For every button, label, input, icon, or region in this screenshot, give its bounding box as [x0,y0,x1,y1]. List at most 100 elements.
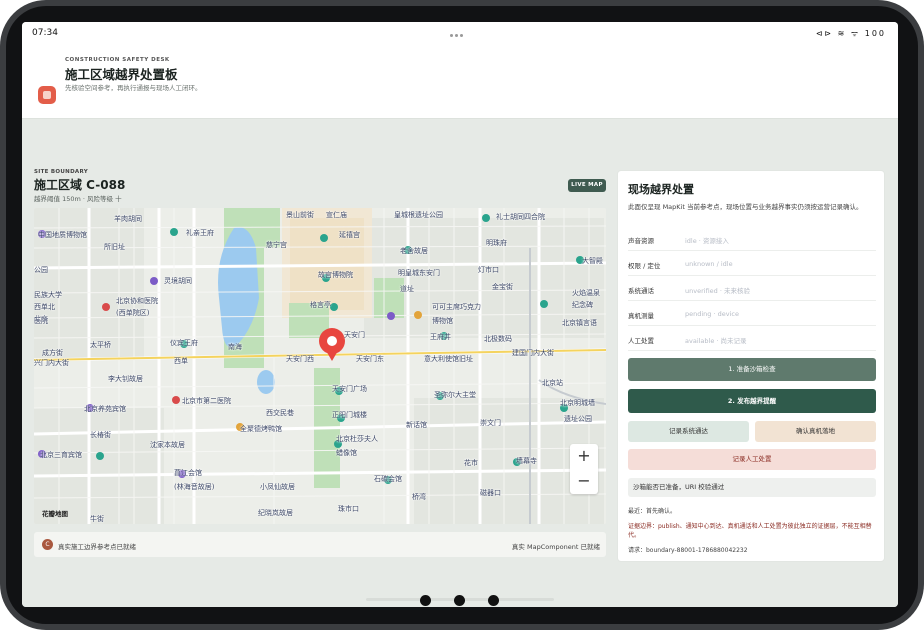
status-row-label: 真机测量 [628,312,654,320]
zoom-in-button[interactable]: + [570,444,598,469]
map-label: 纪念碑 [572,301,593,309]
map-label: 墙幕寺 [516,457,537,465]
map-footer: C 真实施工边界参考点已就绪 真实 MapComponent 已就绪 [34,532,606,557]
map-label: 天安门东 [356,355,384,363]
map-label: 所旧址 [104,243,125,251]
map-label: 北极数码 [484,335,512,343]
status-row-audio: 声音资源 idle · 资源接入 [628,226,876,251]
map-label: 北京养苑宾馆 [84,405,126,413]
map-label: 金宝街 [492,283,513,291]
zoom-control[interactable]: + − [570,444,598,494]
map-label: 景山前街 [286,211,314,219]
map-label: 延禧宫 [339,231,360,239]
map-label: (西单院区) [116,309,150,317]
map-label: 中国地质博物馆 [38,231,87,239]
map-label: 成方街 [42,349,63,357]
sandbox-notice: 沙箱能否已准备，URI 校验通过 [628,478,876,497]
map-label: 格言亭 [310,301,331,309]
status-row-label: 权限 / 定位 [628,262,661,270]
nav-back-icon[interactable] [420,595,431,606]
status-row-manual: 人工处置 available · 尚未记录 [628,326,876,351]
status-time: 07:34 [32,28,58,38]
map-label: 礼亲王府 [186,229,214,237]
status-row-label: 系统通话 [628,287,654,295]
map-label: 圣弥尔大主堂 [434,391,476,399]
map-label: 桥湾 [412,493,426,501]
map-label: 博物馆 [432,317,453,325]
map-label: 西单 [174,357,188,365]
status-row-value: pending · device [685,310,739,318]
map-label: 北京市第二医院 [182,397,231,405]
map-label: 纪晓岚故居 [258,509,293,517]
map-label: 菖江会馆 [174,469,202,477]
incident-panel: 现场越界处置 此面仅呈现 MapKit 当前参考点，现场位置与业务越界事实仍须按… [617,170,885,562]
map-status-text: 真实施工边界参考点已就绪 [58,543,136,551]
record-manual-button[interactable]: 记录人工处置 [628,449,876,470]
map-label: 北京明城墙 [560,399,595,407]
map-label: 正阳门城楼 [332,411,367,419]
map-label: 明珠府 [486,239,507,247]
map-label: 天安门广场 [332,385,367,393]
map-provider-logo: 花瓣地图 [42,510,68,518]
map-label: (林海音故居) [174,483,215,491]
map-label: 石碳会馆 [374,475,402,483]
map-label: 北京站 [542,379,563,387]
status-row-value: idle · 资源接入 [685,237,729,245]
map-label: 北京杜莎夫人 [336,435,378,443]
map-label: 皇城根遗址公园 [394,211,443,219]
map-label: 宣仁庙 [326,211,347,219]
map-label: 南海 [228,343,242,351]
map-canvas[interactable] [34,208,606,524]
panel-description: 此面仅呈现 MapKit 当前参考点，现场位置与业务越界事实仍须按运营记录确认。 [628,203,863,211]
map-label: 太平桥 [90,341,111,349]
map-label: 天安门西 [286,355,314,363]
map-label: 小凤仙故居 [260,483,295,491]
header-eyebrow: CONSTRUCTION SAFETY DESK [65,57,170,63]
map-label: 公园 [34,266,48,274]
map-view[interactable]: 景山前街 宣仁庙 皇城根遗址公园 礼士胡同四合院 羊肉胡同 中国地质博物馆 礼亲王府 延禧宫老… [34,208,606,524]
map-label: 礼士胡同四合院 [496,213,545,221]
latest-log: 最近：首先确认。 [628,508,677,515]
map-label: 沈家本故居 [150,441,185,449]
map-label: 长椿街 [90,431,111,439]
window-dots-icon[interactable] [450,30,470,37]
map-label: 慈宁宫 [266,241,287,249]
map-label: 王府井 [430,333,451,341]
map-label: 灵境胡同 [164,277,192,285]
map-label: 仪宾王府 [170,339,198,347]
map-label: 民族大学 [34,291,62,299]
site-title: 施工区域 C-088 [34,178,126,192]
record-system-button[interactable]: 记录系统通达 [628,421,749,442]
map-label: 北京镇言语 [562,319,597,327]
map-label: 大智殿 [582,257,603,265]
evidence-boundary-note: 证据边界：publish、通知中心到达、真机通话和人工处置为彼此独立的证据层，不… [628,523,872,539]
nav-recent-icon[interactable] [488,595,499,606]
publish-alert-button[interactable]: 2. 发布越界提醒 [628,389,876,413]
nav-home-icon[interactable] [454,595,465,606]
system-status-icons: ⊲⊳ ≋ ᯤ 100 [815,29,886,38]
map-label: 遗址公园 [564,415,592,423]
map-label: 意大利使馆旧址 [424,355,473,363]
map-label: 医院 [34,317,48,325]
status-row-permission: 权限 / 定位 unknown / idle [628,251,876,276]
map-label: 故宫博物院 [318,271,353,279]
prepare-sandbox-button[interactable]: 1. 准备沙箱检查 [628,358,876,381]
confirm-device-button[interactable]: 确认真机落地 [755,421,876,442]
page-title: 施工区域越界处置板 [65,67,178,82]
map-label: 花市 [464,459,478,467]
status-row-value: unknown / idle [685,260,733,268]
status-bar: 07:34 ⊲⊳ ≋ ᯤ 100 [22,22,898,44]
map-label: 兴门内大街 [34,359,69,367]
map-label: 道址 [400,285,414,293]
map-label: 可可主席巧克力 [432,303,481,311]
map-label: 全聚德烤鸭馆 [240,425,282,433]
map-label: 北京三育宾馆 [40,451,82,459]
zoom-out-button[interactable]: − [570,469,598,494]
screen: 07:34 ⊲⊳ ≋ ᯤ 100 CONSTRUCTION SAFETY DES… [22,22,898,607]
live-map-badge: LIVE MAP [568,179,606,192]
map-component-status: 真实 MapComponent 已就绪 [511,543,600,551]
map-label: 火焰温泉 [572,289,600,297]
status-row-value: available · 尚未记录 [685,337,747,345]
map-label: 西交民巷 [266,409,294,417]
map-label: 灯市口 [478,266,499,274]
